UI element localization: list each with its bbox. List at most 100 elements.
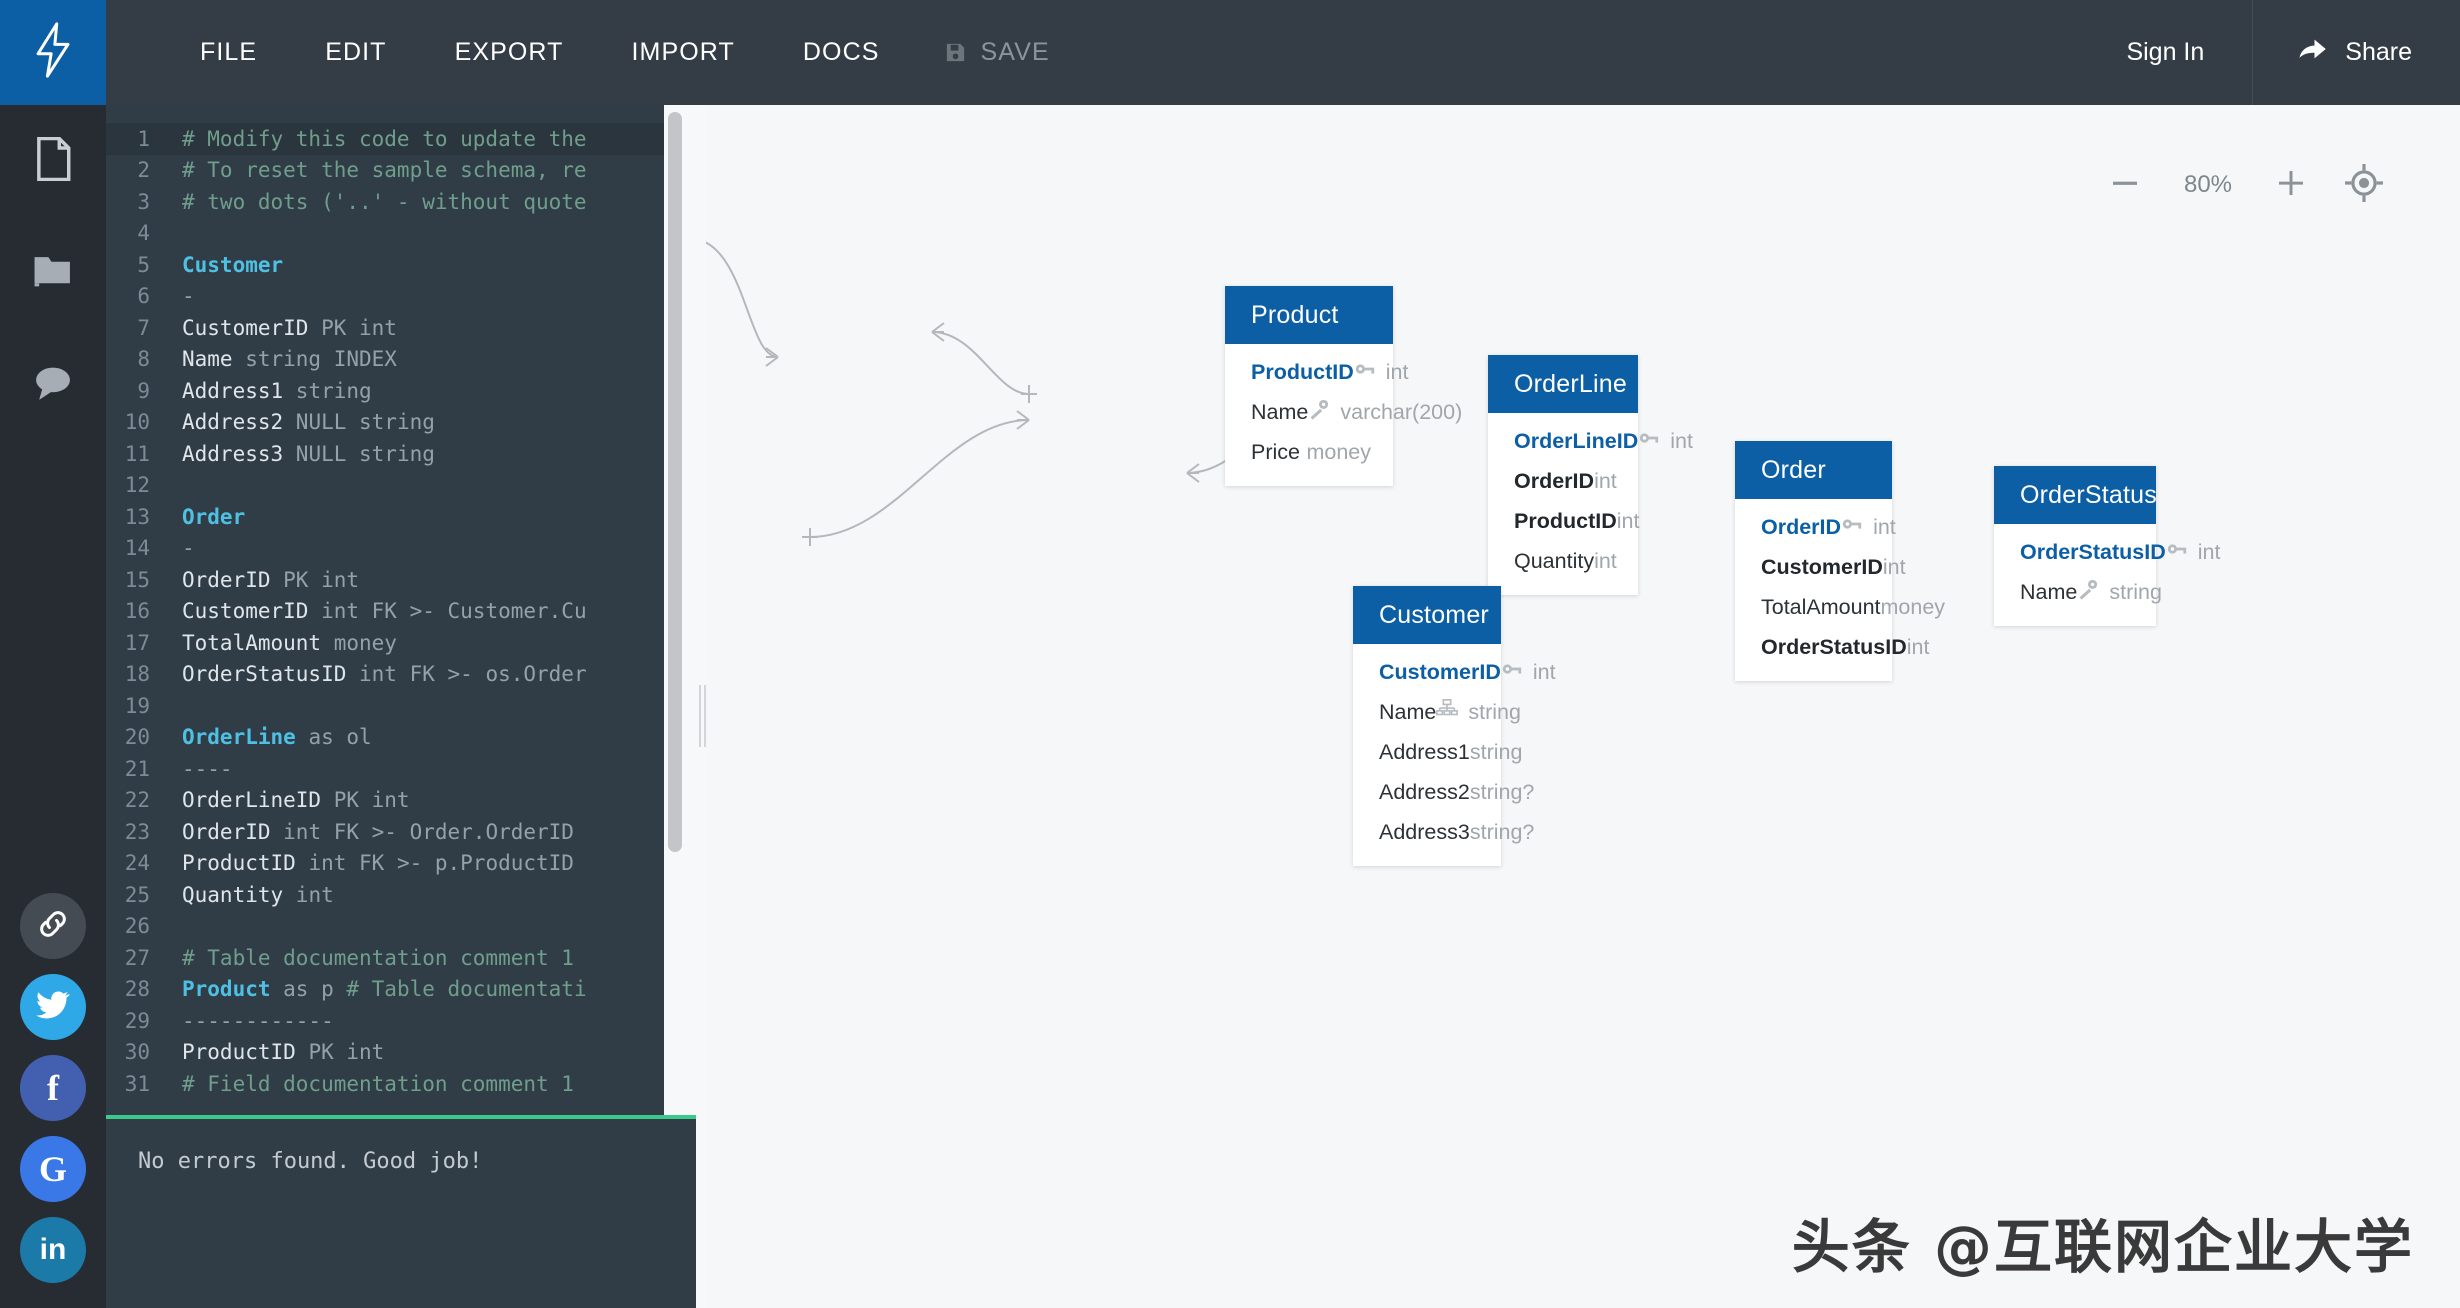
share-google-button[interactable]: G — [20, 1136, 86, 1202]
code-text: OrderLine as ol — [182, 725, 372, 750]
code-line[interactable]: 1 # Modify this code to update the — [106, 123, 696, 155]
menu-edit[interactable]: EDIT — [291, 38, 420, 67]
code-line[interactable]: 30 ProductID PK int — [106, 1037, 696, 1069]
code-line[interactable]: 15 OrderID PK int — [106, 564, 696, 596]
code-line[interactable]: 26 — [106, 911, 696, 943]
code-line[interactable]: 24 ProductID int FK >- p.ProductID — [106, 848, 696, 880]
share-facebook-button[interactable]: f — [20, 1055, 86, 1121]
field-type: int — [1594, 549, 1617, 574]
entity-table-title[interactable]: OrderLine — [1488, 355, 1638, 413]
code-text: Address1 string — [182, 378, 372, 403]
line-number: 8 — [137, 347, 150, 372]
zoom-out-button[interactable] — [2090, 157, 2160, 213]
code-line[interactable]: 29 ------------ — [106, 1005, 696, 1037]
entity-field-row[interactable]: Name varchar(200) — [1225, 392, 1462, 432]
code-line[interactable]: 18 OrderStatusID int FK >- os.Order — [106, 659, 696, 691]
field-name: OrderLineID — [1514, 428, 1639, 453]
entity-table-title[interactable]: Order — [1735, 441, 1892, 499]
code-line[interactable]: 27 # Table documentation comment 1 — [106, 942, 696, 974]
code-line[interactable]: 22 OrderLineID PK int — [106, 785, 696, 817]
save-button[interactable]: SAVE — [914, 38, 1084, 67]
code-line[interactable]: 6- — [106, 281, 696, 313]
code-line[interactable]: 21 ---- — [106, 753, 696, 785]
share-button[interactable]: Share — [2253, 0, 2460, 105]
rail-item-new-document[interactable] — [0, 105, 106, 217]
code-lines[interactable]: 1 # Modify this code to update the 2 # To r… — [106, 105, 696, 1100]
app-logo[interactable] — [0, 0, 106, 105]
entity-field-row[interactable]: OrderLineID int — [1488, 421, 1693, 461]
share-link-button[interactable] — [20, 893, 86, 959]
code-text: Order — [182, 504, 246, 529]
recenter-button[interactable] — [2326, 157, 2402, 213]
code-line[interactable]: 28 Product as p # Table documentati — [106, 974, 696, 1006]
entity-field-row[interactable]: Name string — [1994, 572, 2162, 612]
diagram-canvas[interactable]: 80% Product ProductID int Name varchar(200) P… — [706, 105, 2460, 1308]
zoom-controls: 80% — [2090, 157, 2402, 213]
entity-table[interactable]: Order OrderID int CustomerID int TotalAmount m… — [1735, 441, 1945, 681]
code-line[interactable]: 20 OrderLine as ol — [106, 722, 696, 754]
entity-field-row[interactable]: Address1 string — [1353, 732, 1522, 772]
code-line[interactable]: 8 Name string INDEX — [106, 344, 696, 376]
code-text: Product as p # Table documentati — [182, 977, 587, 1002]
rail-item-comments[interactable] — [0, 329, 106, 441]
menu-export[interactable]: EXPORT — [421, 38, 598, 67]
entity-field-row[interactable]: ProductID int — [1488, 501, 1639, 541]
code-line[interactable]: 31 # Field documentation comment 1 — [106, 1068, 696, 1100]
sign-in-button[interactable]: Sign In — [2078, 0, 2252, 105]
field-type-label: int — [1532, 659, 1556, 684]
entity-field-row[interactable]: Address3 string? — [1353, 812, 1534, 852]
entity-field-row[interactable]: OrderID int — [1735, 507, 1896, 547]
code-text: OrderLineID PK int — [182, 788, 410, 813]
code-line[interactable]: 3 # two dots ('..' - without quote — [106, 186, 696, 218]
line-number: 25 — [124, 882, 150, 907]
code-line[interactable]: 16 CustomerID int FK >- Customer.Cu — [106, 596, 696, 628]
entity-field-row[interactable]: OrderStatusID int — [1994, 532, 2220, 572]
entity-table-title[interactable]: OrderStatus — [1994, 466, 2157, 524]
share-linkedin-button[interactable]: in — [20, 1217, 86, 1283]
google-icon: G — [38, 1149, 67, 1189]
entity-field-row[interactable]: Address2 string? — [1353, 772, 1534, 812]
entity-table[interactable]: Customer CustomerID int Name string Address1 s… — [1353, 586, 1556, 866]
code-line[interactable]: 23 OrderID int FK >- Order.OrderID — [106, 816, 696, 848]
code-line[interactable]: 10 Address2 NULL string — [106, 407, 696, 439]
entity-field-row[interactable]: OrderID int — [1488, 461, 1638, 501]
entity-table-title[interactable]: Product — [1225, 286, 1393, 344]
entity-field-row[interactable]: CustomerID int — [1735, 547, 1906, 587]
entity-field-row[interactable]: ProductID int — [1225, 352, 1408, 392]
entity-field-row[interactable]: TotalAmount money — [1735, 587, 1945, 627]
code-line[interactable]: 13 Order — [106, 501, 696, 533]
code-line[interactable]: 9 Address1 string — [106, 375, 696, 407]
code-line[interactable]: 17 TotalAmount money — [106, 627, 696, 659]
menu-import[interactable]: IMPORT — [598, 38, 769, 67]
code-line[interactable]: 5 Customer — [106, 249, 696, 281]
field-name: Name — [1379, 699, 1437, 724]
code-line[interactable]: 19 — [106, 690, 696, 722]
menu-docs[interactable]: DOCS — [769, 38, 914, 67]
share-twitter-button[interactable] — [20, 974, 86, 1040]
editor-scrollbar-thumb[interactable] — [668, 112, 682, 852]
line-number: 27 — [124, 945, 150, 970]
code-line[interactable]: 4 — [106, 218, 696, 250]
entity-table[interactable]: OrderStatus OrderStatusID int Name string — [1994, 466, 2220, 626]
code-line[interactable]: 12 — [106, 470, 696, 502]
entity-field-row[interactable]: Name string — [1353, 692, 1521, 732]
entity-table[interactable]: Product ProductID int Name varchar(200) Price… — [1225, 286, 1462, 486]
code-line[interactable]: 7 CustomerID PK int — [106, 312, 696, 344]
code-line[interactable]: 11 Address3 NULL string — [106, 438, 696, 470]
field-type: string? — [1470, 820, 1535, 845]
field-type-label: int — [1670, 428, 1693, 453]
entity-field-row[interactable]: OrderStatusID int — [1735, 627, 1929, 667]
entity-table-title[interactable]: Customer — [1353, 586, 1501, 644]
code-line[interactable]: 2 # To reset the sample schema, re — [106, 155, 696, 187]
rail-item-open-folder[interactable] — [0, 217, 106, 329]
code-line[interactable]: 14 - — [106, 533, 696, 565]
menu-file[interactable]: FILE — [166, 38, 291, 67]
entity-table[interactable]: OrderLine OrderLineID int OrderID int Product… — [1488, 355, 1693, 595]
code-line[interactable]: 25 Quantity int — [106, 879, 696, 911]
zoom-in-button[interactable] — [2256, 157, 2326, 213]
code-text: ProductID int FK >- p.ProductID — [182, 851, 574, 876]
entity-field-row[interactable]: Quantity int — [1488, 541, 1638, 581]
entity-field-row[interactable]: Price money — [1225, 432, 1393, 472]
code-text: Address3 NULL string — [182, 441, 435, 466]
entity-field-row[interactable]: CustomerID int — [1353, 652, 1556, 692]
